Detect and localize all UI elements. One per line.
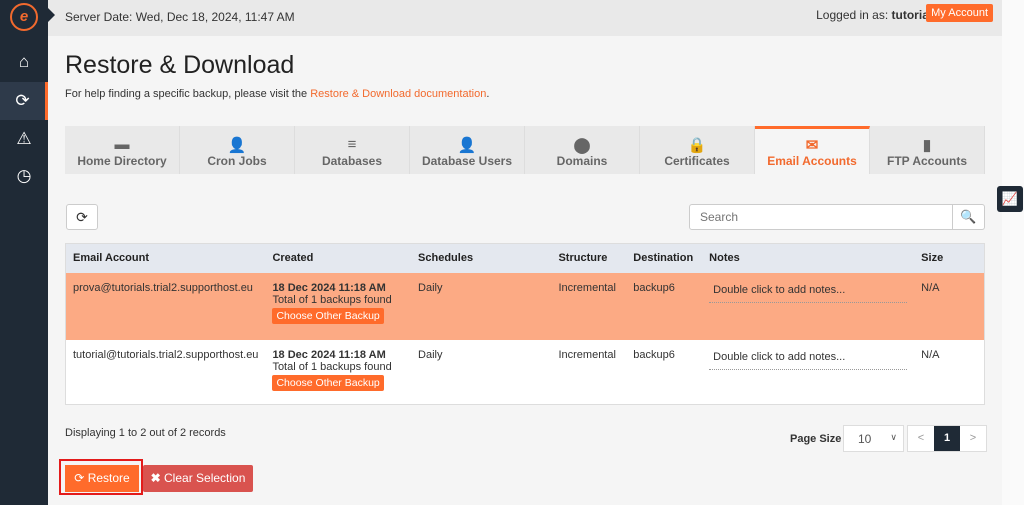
help-text: For help finding a specific backup, plea… — [65, 88, 489, 100]
tab-domains[interactable]: ⬤ Domains — [525, 126, 640, 174]
tab-label: Certificates — [664, 154, 730, 168]
logged-in-info: Logged in as: tutoria1 | — [816, 8, 942, 22]
size-cell: N/A — [914, 272, 985, 340]
sync-icon[interactable]: ⟳ — [0, 82, 48, 120]
clear-selection-button[interactable]: ✖ Clear Selection — [143, 465, 253, 492]
sync-icon: ⟳ — [74, 471, 85, 485]
size-cell: N/A — [921, 348, 940, 361]
search-button[interactable]: 🔍 — [953, 204, 985, 230]
file-icon: ▮ — [922, 137, 932, 154]
column-header[interactable]: Schedules — [411, 243, 552, 273]
top-bar: Server Date: Wed, Dec 18, 2024, 11:47 AM… — [48, 0, 1002, 36]
close-icon: ✖ — [150, 471, 161, 485]
user-tie-icon: 👤 — [457, 137, 477, 154]
server-date: Server Date: Wed, Dec 18, 2024, 11:47 AM — [65, 10, 295, 24]
page-size-value: 10 — [858, 432, 872, 446]
column-header[interactable]: Structure — [551, 243, 627, 273]
tab-label: FTP Accounts — [886, 154, 967, 168]
schedule-cell: Daily — [418, 348, 443, 361]
table-row[interactable]: prova@tutorials.trial2.supporthost.eu 18… — [65, 272, 985, 340]
tab-ftp-accounts[interactable]: ▮ FTP Accounts — [870, 126, 985, 174]
tab-label: Databases — [321, 154, 383, 168]
prev-page-button[interactable]: < — [908, 426, 934, 451]
choose-other-backup-button[interactable]: Choose Other Backup — [272, 307, 384, 324]
map-marker-icon: ⬤ — [573, 137, 591, 154]
page-1-button[interactable]: 1 — [934, 426, 960, 451]
created-date: 18 Dec 2024 11:18 AM — [272, 281, 386, 294]
column-header[interactable]: Size — [914, 243, 985, 273]
tab-label: Email Accounts — [767, 154, 857, 168]
clock-icon[interactable]: ◷ — [0, 157, 48, 195]
restore-button[interactable]: ⟳ Restore — [65, 465, 139, 492]
column-header[interactable]: Created — [265, 243, 412, 273]
tab-databases[interactable]: ≡ Databases — [295, 126, 410, 174]
page-title: Restore & Download — [65, 51, 295, 79]
tab-certificates[interactable]: 🔒 Certificates — [640, 126, 755, 174]
column-header[interactable]: Notes — [702, 243, 915, 273]
email-cell: tutorial@tutorials.trial2.supporthost.eu — [73, 348, 259, 361]
documentation-link[interactable]: Restore & Download documentation — [310, 88, 486, 100]
notes-field[interactable]: Double click to add notes... — [709, 349, 908, 370]
backups-count: Total of 1 backups found — [272, 360, 392, 373]
notes-cell: Double click to add notes... — [702, 340, 914, 405]
pagination: < 1 > — [907, 425, 987, 452]
column-header[interactable]: Email Account — [65, 243, 266, 273]
column-header[interactable]: Destination — [626, 243, 703, 273]
logo[interactable]: e — [10, 3, 38, 31]
search-box: 🔍 — [689, 204, 985, 230]
notes-cell: Double click to add notes... — [702, 272, 915, 340]
schedule-cell: Daily — [411, 272, 552, 340]
destination-cell: backup6 — [626, 272, 703, 340]
warning-icon[interactable]: ⚠ — [0, 120, 48, 158]
tab-cron-jobs[interactable]: 👤 Cron Jobs — [180, 126, 295, 174]
records-info: Displaying 1 to 2 out of 2 records — [65, 427, 226, 439]
tab-home-directory[interactable]: ▬ Home Directory — [65, 126, 180, 174]
envelope-icon: ✉ — [805, 137, 819, 154]
sidebar: e ⌂ ⟳ ⚠ ◷ — [0, 0, 48, 505]
help-text-end: . — [486, 88, 490, 100]
search-icon: 🔍 — [960, 209, 977, 224]
tab-label: Database Users — [421, 154, 513, 168]
search-input[interactable] — [689, 204, 953, 230]
choose-other-backup-button[interactable]: Choose Other Backup — [272, 374, 384, 391]
next-page-button[interactable]: > — [960, 426, 986, 451]
page-size-select[interactable]: 10 ∨ — [843, 425, 904, 452]
page-size-label: Page Size — [790, 433, 842, 445]
tab-label: Home Directory — [77, 154, 167, 168]
logged-in-label: Logged in as: — [816, 8, 889, 22]
destination-cell: backup6 — [633, 348, 675, 361]
folder-icon: ▬ — [114, 136, 130, 153]
refresh-button[interactable]: ⟳ — [66, 204, 98, 230]
chevron-down-icon: ∨ — [890, 432, 897, 442]
my-account-button[interactable]: My Account — [926, 4, 993, 22]
home-icon[interactable]: ⌂ — [0, 43, 48, 81]
tabs: ▬ Home Directory 👤 Cron Jobs ≡ Databases 👤 Data… — [65, 126, 985, 174]
restore-label: Restore — [87, 471, 130, 485]
lock-icon: 🔒 — [687, 137, 707, 154]
tab-label: Domains — [556, 154, 608, 168]
help-text-prefix: For help finding a specific backup, plea… — [65, 88, 311, 100]
notes-field[interactable]: Double click to add notes... — [709, 282, 908, 303]
chart-line-icon[interactable]: 📈 — [997, 186, 1023, 212]
tab-database-users[interactable]: 👤 Database Users — [410, 126, 525, 174]
email-cell: prova@tutorials.trial2.supporthost.eu — [65, 272, 266, 340]
backups-table: Email Account Created Schedules Structure De… — [65, 243, 985, 405]
structure-cell: Incremental — [551, 272, 627, 340]
table-row[interactable]: tutorial@tutorials.trial2.supporthost.eu… — [66, 340, 985, 405]
created-cell: 18 Dec 2024 11:18 AM Total of 1 backups f… — [265, 272, 412, 340]
scrollbar[interactable] — [1002, 0, 1024, 505]
created-cell: 18 Dec 2024 11:18 AM Total of 1 backups f… — [265, 340, 411, 405]
database-icon: ≡ — [347, 136, 357, 153]
backups-count: Total of 1 backups found — [272, 293, 392, 306]
user-clock-icon: 👤 — [227, 137, 247, 154]
clear-label: Clear Selection — [164, 471, 246, 485]
tab-label: Cron Jobs — [207, 154, 267, 168]
structure-cell: Incremental — [558, 348, 616, 361]
tab-email-accounts[interactable]: ✉ Email Accounts — [755, 126, 870, 174]
created-date: 18 Dec 2024 11:18 AM — [272, 348, 386, 361]
